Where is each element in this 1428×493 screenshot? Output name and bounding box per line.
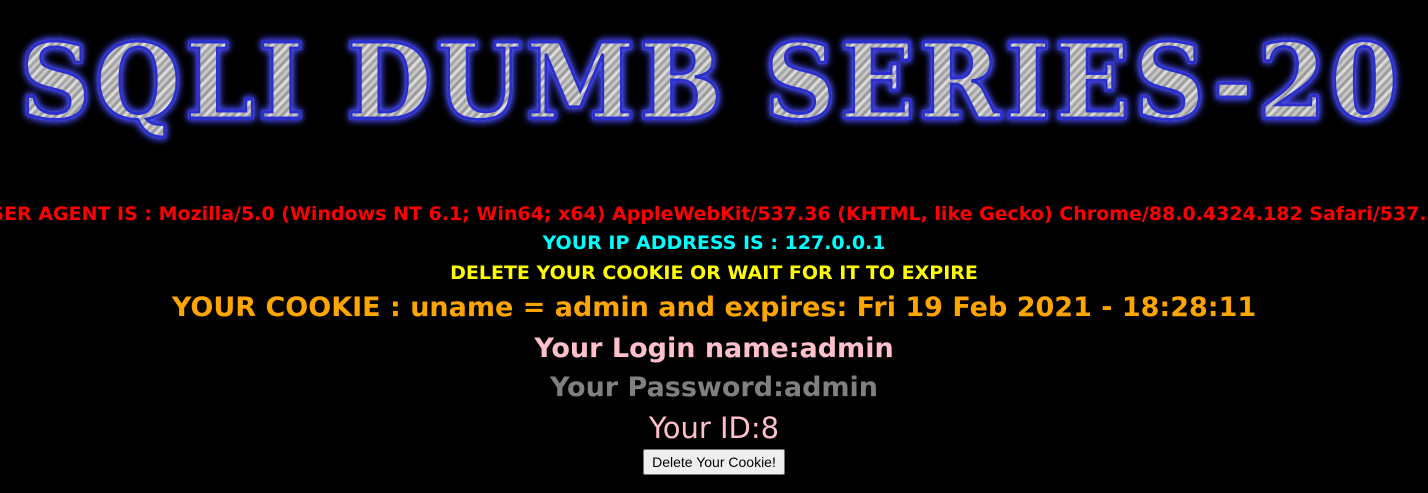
ip-address-text: YOUR IP ADDRESS IS : 127.0.0.1 [542,232,886,254]
banner-title: SQLI DUMB SERIES-20 [19,20,1403,143]
user-id-text: Your ID:8 [648,411,780,445]
login-name-text: Your Login name:admin [534,333,894,364]
delete-cookie-message: DELETE YOUR COOKIE OR WAIT FOR IT TO EXP… [450,262,978,284]
cookie-info-text: YOUR COOKIE : uname = admin and expires:… [171,292,1257,323]
delete-cookie-form: Delete Your Cookie! [0,449,1428,475]
password-text: Your Password:admin [549,372,879,403]
delete-cookie-button[interactable]: Delete Your Cookie! [643,449,785,475]
user-agent-text: USER AGENT IS : Mozilla/5.0 (Windows NT … [0,203,1428,225]
header-banner: SQLI DUMB SERIES-20 [0,0,1428,165]
